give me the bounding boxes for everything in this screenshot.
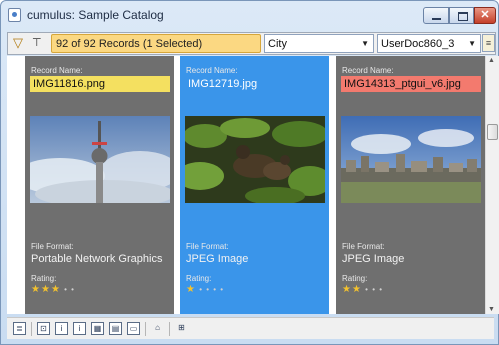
record-name-label: Record Name:	[31, 66, 83, 75]
separator	[31, 322, 32, 336]
thumbnail-details-icon[interactable]: i	[73, 322, 86, 335]
list-view-icon[interactable]: ▤	[109, 322, 122, 335]
maximize-button[interactable]	[449, 7, 474, 24]
collection-basket-icon[interactable]: ⌂	[151, 322, 164, 335]
user-select[interactable]: UserDoc860_3 ▼	[377, 34, 481, 53]
rating-stars[interactable]: ★★ • • •	[342, 284, 383, 295]
catalog-toolbar: ▽ ⊤ 92 of 92 Records (1 Selected) ▲ City…	[7, 32, 496, 55]
rating-stars[interactable]: ★ • • • •	[186, 284, 224, 295]
minimize-icon	[432, 18, 441, 20]
thumbnail-tv-tower	[30, 116, 170, 203]
category-tree-icon[interactable]: ⊤	[32, 36, 46, 50]
thumbnail-info-icon[interactable]: i	[55, 322, 68, 335]
app-icon	[8, 8, 21, 22]
record-name-label: Record Name:	[342, 66, 394, 75]
minimize-button[interactable]	[423, 7, 449, 24]
star-empty-icon[interactable]: •	[362, 285, 369, 294]
records-count-box: 92 of 92 Records (1 Selected) ▲	[51, 34, 295, 53]
star-empty-icon[interactable]: •	[196, 285, 203, 294]
star-empty-icon[interactable]: •	[369, 285, 376, 294]
star-empty-icon[interactable]: •	[61, 285, 68, 294]
star-filled-icon[interactable]: ★	[41, 284, 51, 295]
record-grid: Record Name: IMG11816.png File Format: P…	[7, 56, 485, 314]
view-select[interactable]: City ▼	[264, 34, 374, 53]
close-icon: ✕	[480, 9, 490, 21]
rating-label: Rating:	[31, 274, 57, 283]
thumbnail-ducks	[185, 116, 325, 203]
menu-icon: ≡	[485, 38, 492, 48]
options-menu-button[interactable]: ≡	[482, 34, 495, 52]
filter-icon[interactable]: ▽	[13, 36, 27, 50]
star-filled-icon[interactable]: ★	[352, 284, 362, 295]
scroll-thumb[interactable]	[487, 124, 498, 140]
rating-label: Rating:	[342, 274, 368, 283]
view-toolbar: ≣ ⊡ i i ▦ ▤ ▭ ⌂ ⊞	[7, 317, 494, 339]
separator	[145, 322, 146, 336]
star-filled-icon[interactable]: ★	[51, 284, 61, 295]
slideshow-icon[interactable]: ▭	[127, 322, 140, 335]
vertical-scrollbar[interactable]: ▲ ▼	[485, 56, 499, 314]
rating-stars[interactable]: ★★★ • •	[31, 284, 75, 295]
thumbnail-small-icon[interactable]: ⊡	[37, 322, 50, 335]
star-empty-icon[interactable]: •	[68, 285, 75, 294]
info-view-icon[interactable]: ≣	[13, 322, 26, 335]
star-filled-icon[interactable]: ★	[342, 284, 352, 295]
record-name-label: Record Name:	[186, 66, 238, 75]
separator	[169, 322, 170, 336]
file-format-value: JPEG Image	[186, 253, 249, 265]
chevron-down-icon: ▼	[361, 39, 369, 48]
close-button[interactable]: ✕	[474, 7, 496, 24]
scroll-down-icon[interactable]: ▼	[488, 306, 495, 313]
file-format-label: File Format:	[31, 242, 74, 251]
star-filled-icon[interactable]: ★	[31, 284, 41, 295]
record-card[interactable]: Record Name: IMG14313_ptgui_v6.jpg File …	[336, 56, 485, 314]
file-format-label: File Format:	[342, 242, 385, 251]
record-name: IMG12719.jpg	[188, 78, 258, 90]
record-card[interactable]: Record Name: IMG11816.png File Format: P…	[25, 56, 174, 314]
rating-label: Rating:	[186, 274, 212, 283]
thumbnail-city-panorama	[341, 116, 481, 203]
star-empty-icon[interactable]: •	[203, 285, 210, 294]
star-empty-icon[interactable]: •	[217, 285, 224, 294]
title-bar[interactable]: cumulus: Sample Catalog ✕	[1, 1, 498, 29]
records-count: 92 of 92 Records (1 Selected)	[56, 38, 203, 50]
app-window: cumulus: Sample Catalog ✕ ▽ ⊤ 92 of 92 R…	[0, 0, 499, 345]
user-select-value: UserDoc860_3	[381, 38, 455, 50]
record-name: IMG11816.png	[30, 76, 170, 92]
record-name: IMG14313_ptgui_v6.jpg	[341, 76, 481, 92]
star-empty-icon[interactable]: •	[376, 285, 383, 294]
file-format-value: JPEG Image	[342, 253, 405, 265]
window-title: cumulus: Sample Catalog	[27, 8, 164, 22]
file-format-label: File Format:	[186, 242, 229, 251]
record-card-selected[interactable]: Record Name: IMG12719.jpg File Format: J…	[180, 56, 329, 314]
star-filled-icon[interactable]: ★	[186, 284, 196, 295]
chevron-down-icon: ▼	[468, 39, 476, 48]
preview-icon[interactable]: ⊞	[175, 322, 188, 335]
file-format-value: Portable Network Graphics	[31, 253, 163, 265]
grid-view-icon[interactable]: ▦	[91, 322, 104, 335]
view-select-value: City	[268, 38, 287, 50]
scroll-up-icon[interactable]: ▲	[488, 57, 495, 64]
star-empty-icon[interactable]: •	[210, 285, 217, 294]
maximize-icon	[458, 12, 468, 21]
